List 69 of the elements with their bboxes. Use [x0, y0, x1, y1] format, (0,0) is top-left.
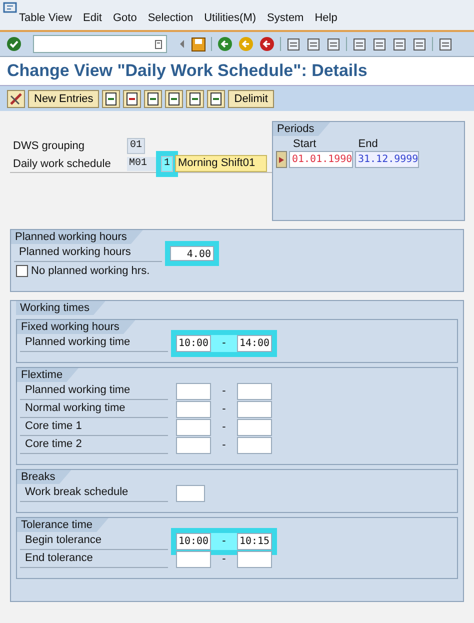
menu-item[interactable]: Utilities(M) — [204, 12, 256, 24]
range-separator: - — [221, 535, 227, 547]
from-time-field[interactable] — [176, 550, 211, 568]
field-label: Daily work schedule — [12, 158, 112, 170]
field-label: Work break schedule — [20, 484, 168, 502]
field-label: Core time 2 — [20, 436, 168, 454]
range-separator: - — [221, 439, 227, 451]
group-title: Flextime — [17, 368, 79, 382]
group-title: Periods — [273, 122, 330, 136]
from-time-field[interactable] — [176, 436, 211, 454]
group-title: Fixed working hours — [17, 320, 136, 334]
start-date-field[interactable]: 01.01.1990 — [289, 151, 353, 168]
field-label: Normal working time — [20, 400, 168, 418]
to-time-field[interactable]: 14:00 — [237, 334, 272, 352]
from-time-field[interactable]: 10:00 — [176, 334, 211, 352]
save-icon[interactable] — [191, 36, 206, 52]
group-title: Tolerance time — [17, 518, 109, 532]
menu-item[interactable]: Help — [314, 12, 338, 24]
checkbox[interactable] — [16, 265, 28, 277]
to-time-field[interactable] — [237, 400, 272, 418]
end-date-field[interactable]: 31.12.9999 — [355, 151, 419, 168]
group-title: Planned working hours — [11, 230, 143, 244]
enter-icon[interactable] — [6, 36, 22, 52]
from-time-field[interactable] — [176, 382, 211, 400]
schedule-code-field[interactable]: M01 — [127, 156, 159, 170]
range-separator: - — [221, 553, 227, 565]
menu-item[interactable]: System — [267, 12, 304, 24]
to-time-field[interactable] — [237, 550, 272, 568]
field-label: Planned working time — [20, 382, 168, 400]
break-schedule-field[interactable] — [176, 484, 205, 502]
column-header: Start — [293, 138, 316, 150]
range-separator: - — [221, 403, 227, 415]
range-separator: - — [221, 385, 227, 397]
field-label: Begin tolerance — [20, 532, 168, 550]
from-time-field[interactable] — [176, 418, 211, 436]
column-header: End — [358, 138, 378, 150]
command-field[interactable] — [33, 35, 167, 53]
back-icon[interactable] — [217, 36, 233, 52]
to-time-field[interactable]: 10:15 — [237, 532, 272, 550]
menu-item[interactable]: Selection — [148, 12, 194, 24]
screen-title: Change View "Daily Work Schedule": Details — [0, 57, 474, 85]
field-label: Core time 1 — [20, 418, 168, 436]
new-entries-button[interactable]: New Entries — [28, 90, 100, 108]
range-separator: - — [221, 421, 227, 433]
field-label: DWS grouping — [12, 140, 86, 152]
period-button[interactable] — [276, 151, 287, 168]
menu-item[interactable]: Table View — [19, 12, 72, 24]
menu-item[interactable]: Goto — [112, 12, 137, 24]
field-label: Planned working time — [20, 334, 168, 352]
schedule-name-field: Morning Shift01 — [175, 155, 268, 172]
field-label: End tolerance — [20, 550, 168, 568]
arrow-icon — [279, 156, 284, 162]
cancel-icon[interactable] — [259, 36, 275, 52]
from-time-field[interactable]: 10:00 — [176, 532, 211, 550]
dropdown-icon[interactable] — [155, 40, 162, 48]
group-title: Breaks — [17, 470, 72, 484]
group-title: Working times — [16, 301, 106, 315]
to-time-field[interactable] — [237, 418, 272, 436]
collapse-icon[interactable] — [178, 39, 186, 49]
delimit-button[interactable]: Delimit — [228, 90, 274, 108]
from-time-field[interactable] — [176, 400, 211, 418]
field-label: Planned working hours — [14, 244, 162, 262]
range-separator: - — [221, 337, 227, 349]
to-time-field[interactable] — [237, 382, 272, 400]
to-time-field[interactable] — [237, 436, 272, 454]
checkbox-label: No planned working hrs. — [31, 265, 150, 277]
menu-item[interactable]: Edit — [83, 12, 102, 24]
menu-icon[interactable] — [3, 2, 17, 13]
grouping-field[interactable]: 01 — [127, 138, 146, 154]
